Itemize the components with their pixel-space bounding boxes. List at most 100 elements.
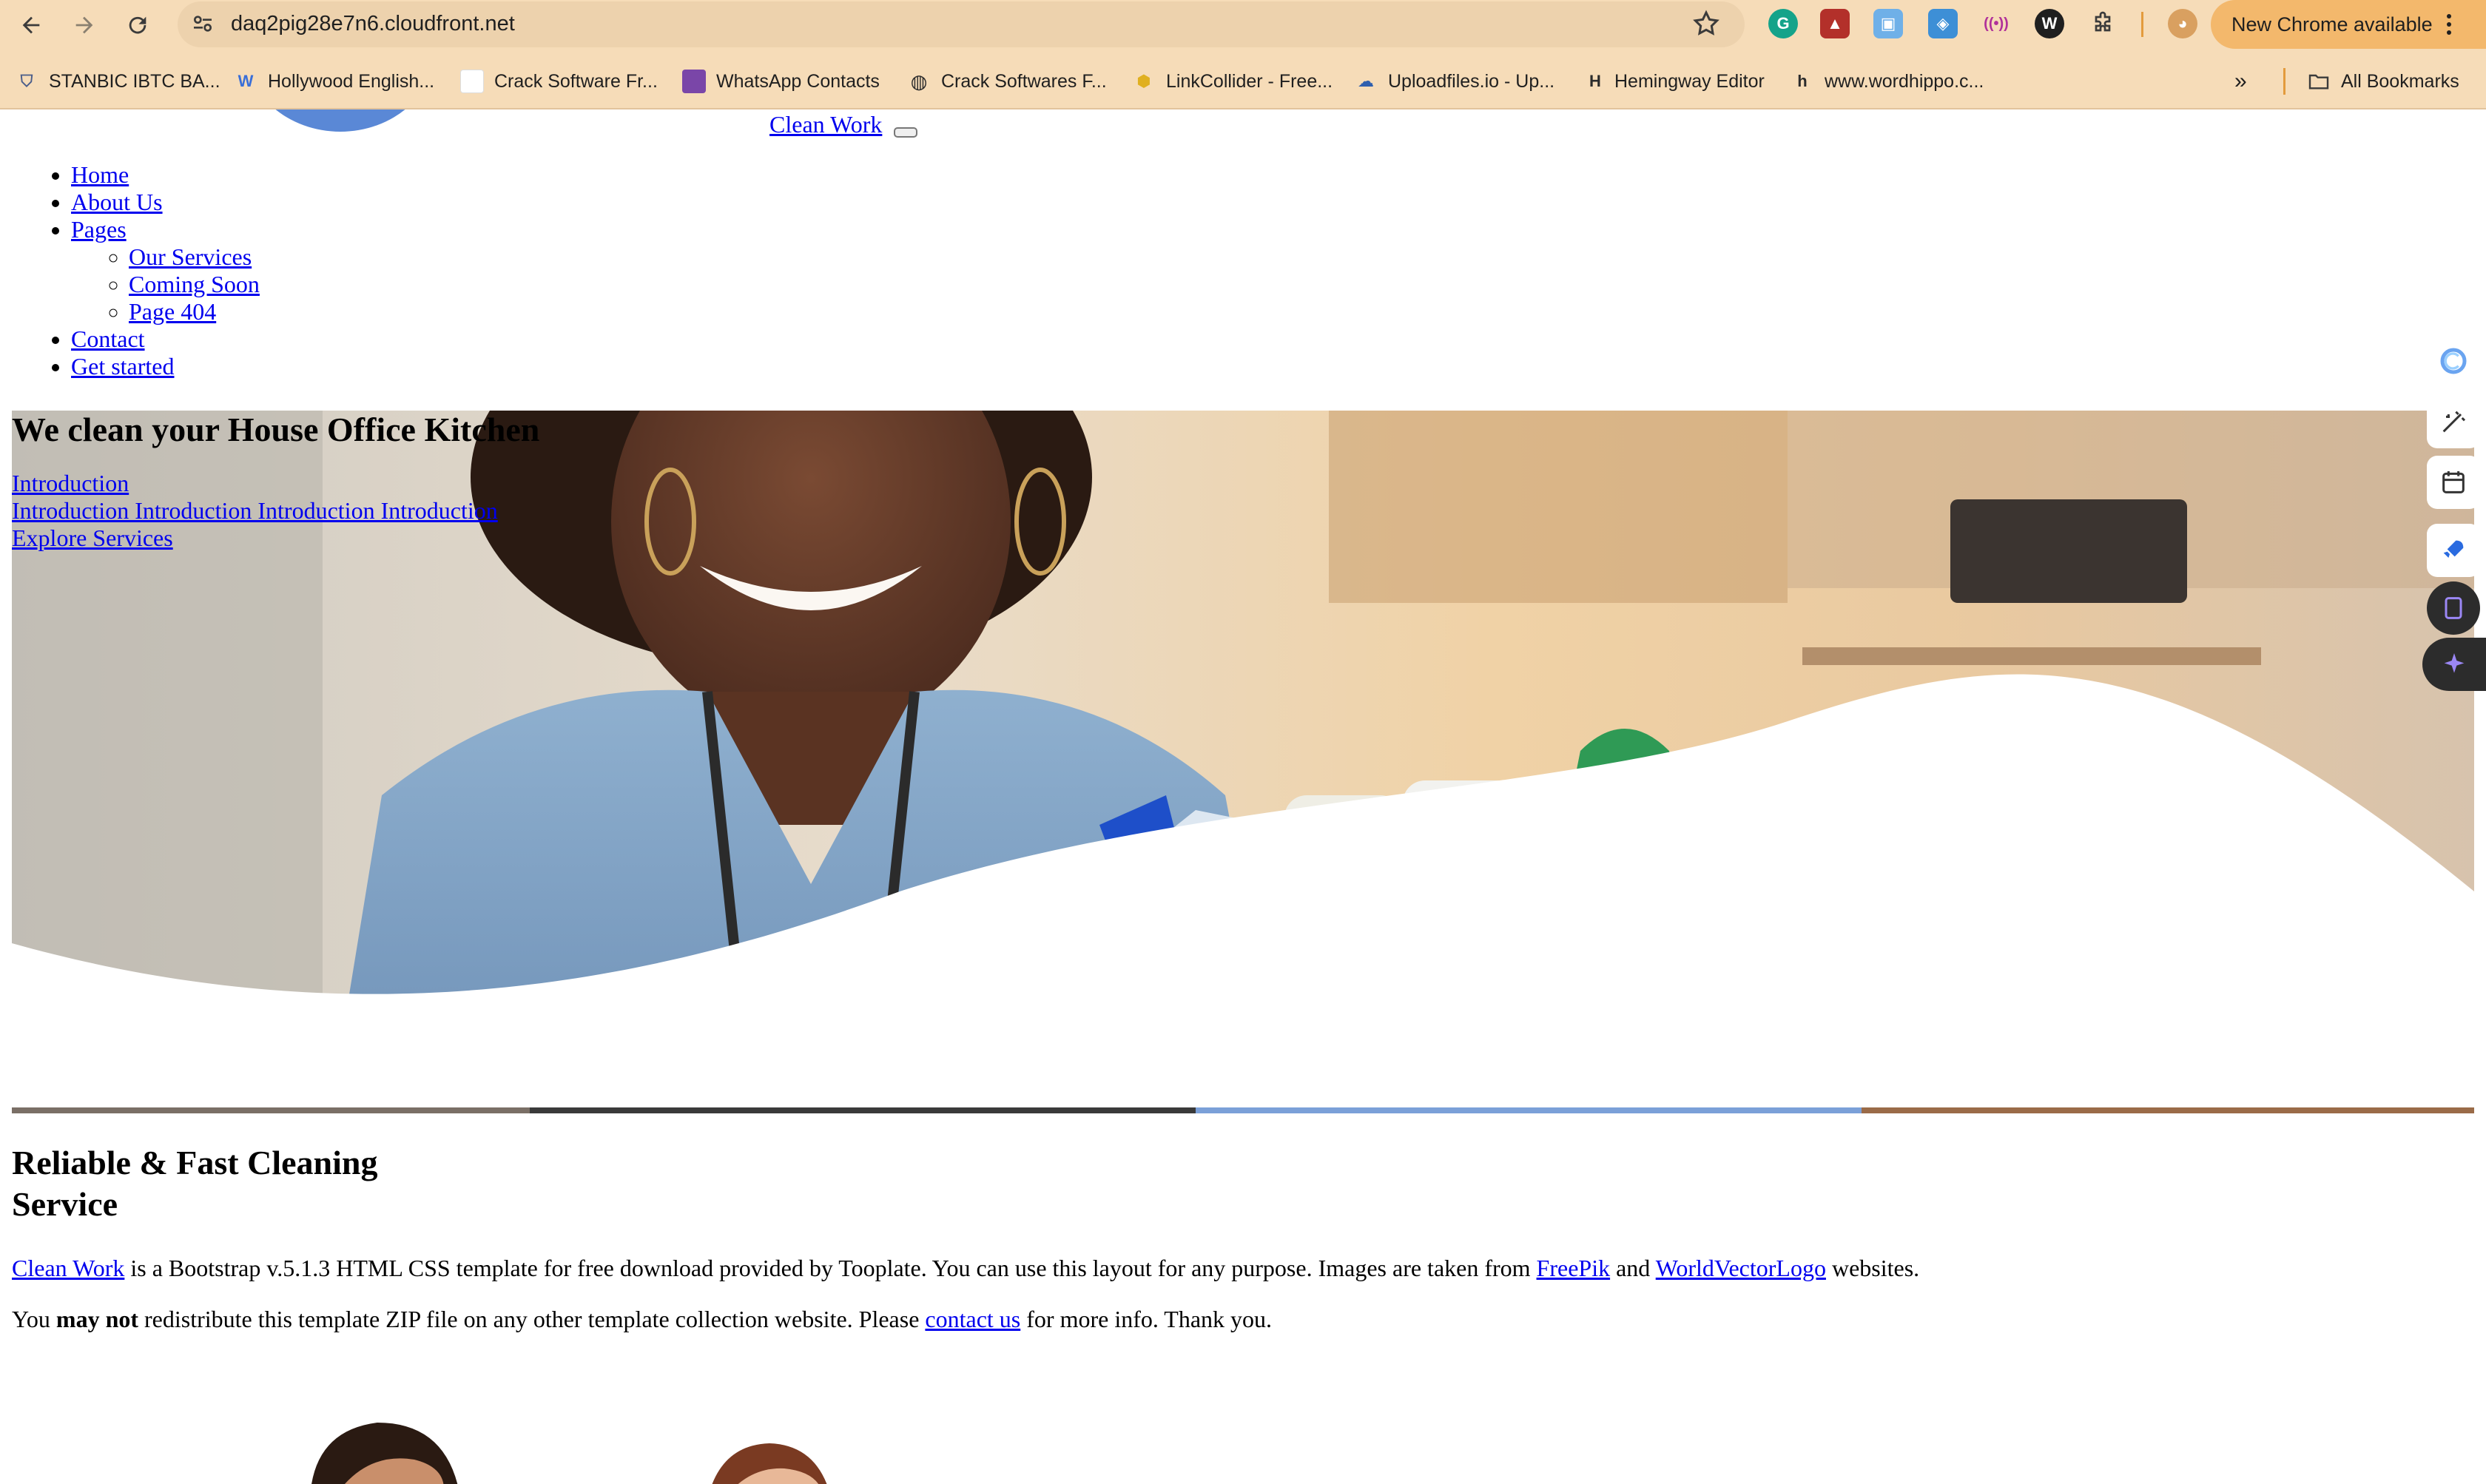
hero-caption: We clean your House Office Kitchen Intro… xyxy=(12,411,539,552)
team-photos xyxy=(311,1423,827,1484)
bookmark-label: Hollywood English... xyxy=(268,70,435,92)
submenu-link-services[interactable]: Our Services xyxy=(129,243,252,270)
h-logo-icon: H xyxy=(1589,72,1601,90)
grammarly-icon[interactable]: G xyxy=(1768,9,1798,38)
about-text: is a Bootstrap v.5.1.3 HTML CSS template… xyxy=(124,1255,1537,1281)
new-chrome-label[interactable]: New Chrome available xyxy=(2231,10,2433,38)
nav-link-home[interactable]: Home xyxy=(71,161,129,188)
all-bookmarks-label: All Bookmarks xyxy=(2341,70,2459,92)
browser-toolbar: daq2pig28e7n6.cloudfront.net G ▲ ▣ ◈ ((•… xyxy=(0,0,2486,109)
h-lowercase-icon: h xyxy=(1797,72,1808,90)
contact-us-link[interactable]: contact us xyxy=(925,1306,1020,1332)
arrow-right-icon xyxy=(75,16,93,34)
nav-item-about: About Us xyxy=(71,189,260,216)
nav-link-pages[interactable]: Pages xyxy=(71,216,127,243)
cloud-icon: ☁ xyxy=(1358,72,1374,90)
navbar-toggler-button[interactable] xyxy=(894,127,917,138)
bookmark-item[interactable]: WhatsApp Contacts xyxy=(682,68,880,95)
image-icon[interactable]: ◈ xyxy=(1928,9,1958,38)
radio-icon[interactable]: ((•)) xyxy=(1981,9,2011,38)
bookmark-item[interactable]: ⛉ STANBIC IBTC BA... xyxy=(15,68,220,95)
toolbar-divider xyxy=(2141,12,2143,37)
nav-item-home: Home xyxy=(71,161,260,189)
rocket-icon[interactable] xyxy=(2427,524,2480,577)
w-logo-icon: W xyxy=(238,72,254,90)
submenu-item: Page 404 xyxy=(129,298,260,326)
bookmark-label: LinkCollider - Free... xyxy=(1166,70,1333,92)
bookmark-item[interactable]: ◍ Crack Softwares F... xyxy=(907,68,1107,95)
shield-icon: ⛉ xyxy=(20,72,33,90)
url-text[interactable]: daq2pig28e7n6.cloudfront.net xyxy=(231,9,515,38)
arrow-left-icon xyxy=(22,16,40,34)
about-paragraph-1: Clean Work is a Bootstrap v.5.1.3 HTML C… xyxy=(12,1255,1919,1282)
globe-icon: ◍ xyxy=(910,70,928,92)
bookmark-item[interactable]: Crack Software Fr... xyxy=(460,68,658,95)
nav-link-contact[interactable]: Contact xyxy=(71,326,145,352)
nav-item-contact: Contact xyxy=(71,326,260,353)
bookmark-item[interactable]: ☁ Uploadfiles.io - Up... xyxy=(1354,68,1554,95)
bookmarks-divider xyxy=(2283,68,2285,95)
pdf-icon[interactable]: ▲ xyxy=(1820,9,1850,38)
bookmark-item[interactable]: W Hollywood English... xyxy=(234,68,435,95)
puzzle-icon[interactable] xyxy=(2088,9,2118,38)
document-icon[interactable] xyxy=(2427,581,2480,635)
pages-submenu: Our Services Coming Soon Page 404 xyxy=(129,243,260,326)
folder-icon xyxy=(2307,70,2331,93)
reload-button[interactable] xyxy=(117,4,158,46)
bookmark-item[interactable]: ⬢ LinkCollider - Free... xyxy=(1132,68,1333,95)
about-text: You xyxy=(12,1306,56,1332)
calendar-check-icon[interactable] xyxy=(2427,456,2480,509)
all-bookmarks-button[interactable]: All Bookmarks xyxy=(2307,68,2459,95)
bookmark-label: Crack Software Fr... xyxy=(494,70,658,92)
about-text: and xyxy=(1610,1255,1656,1281)
bookmark-label: www.wordhippo.c... xyxy=(1825,70,1984,92)
nav-link-get-started[interactable]: Get started xyxy=(71,353,175,380)
hero-section: We clean your House Office Kitchen Intro… xyxy=(12,411,2474,1112)
submenu-item: Our Services xyxy=(129,243,260,271)
about-paragraph-2: You may not redistribute this template Z… xyxy=(12,1306,1272,1333)
profile-avatar-icon[interactable]: ◕ xyxy=(2168,9,2197,38)
back-button[interactable] xyxy=(10,4,52,46)
edit-wand-icon[interactable] xyxy=(2427,395,2480,448)
brand-link[interactable]: Clean Work xyxy=(769,111,882,138)
bookmark-label: WhatsApp Contacts xyxy=(716,70,880,92)
reload-icon xyxy=(129,16,146,34)
worldvectorlogo-link[interactable]: WorldVectorLogo xyxy=(1656,1255,1826,1281)
nav-item-get-started: Get started xyxy=(71,353,260,380)
bookmark-star-icon[interactable] xyxy=(1691,9,1721,38)
blank-page-icon xyxy=(460,70,484,93)
nav-link-about[interactable]: About Us xyxy=(71,189,163,215)
bookmark-item[interactable]: h www.wordhippo.c... xyxy=(1791,68,1984,95)
ai-sparkle-icon[interactable] xyxy=(2422,638,2486,691)
bookmark-item[interactable]: H Hemingway Editor xyxy=(1583,68,1765,95)
about-text: websites. xyxy=(1825,1255,1920,1281)
clean-work-link[interactable]: Clean Work xyxy=(12,1255,124,1281)
submenu-link-404[interactable]: Page 404 xyxy=(129,298,216,325)
copilot-icon[interactable] xyxy=(2427,334,2480,388)
site-settings-icon[interactable] xyxy=(191,12,215,36)
hero-link-introduction[interactable]: Introduction xyxy=(12,470,539,497)
bookmark-label: Crack Softwares F... xyxy=(941,70,1107,92)
bookmark-label: STANBIC IBTC BA... xyxy=(49,70,220,92)
screenshot-icon[interactable]: ▣ xyxy=(1873,9,1903,38)
bookmarks-overflow-icon[interactable]: » xyxy=(2234,68,2247,95)
about-text: redistribute this template ZIP file on a… xyxy=(138,1306,926,1332)
logo-circle xyxy=(244,109,437,132)
image-strip xyxy=(12,1107,2474,1113)
hero-link-introduction-repeat[interactable]: Introduction Introduction Introduction I… xyxy=(12,497,539,525)
forward-button[interactable] xyxy=(64,4,105,46)
bookmark-label: Uploadfiles.io - Up... xyxy=(1388,70,1555,92)
submenu-link-coming-soon[interactable]: Coming Soon xyxy=(129,271,260,297)
web-page: Clean Work Home About Us Pages Our Servi… xyxy=(0,109,2486,1484)
nav-item-pages: Pages Our Services Coming Soon Page 404 xyxy=(71,216,260,326)
about-bold-text: may not xyxy=(55,1306,139,1332)
about-text: for more info. Thank you. xyxy=(1020,1306,1273,1332)
more-vert-icon[interactable] xyxy=(2442,10,2456,38)
submenu-item: Coming Soon xyxy=(129,271,260,298)
python-logo-icon: ⬢ xyxy=(1136,72,1151,90)
bookmark-label: Hemingway Editor xyxy=(1614,70,1765,92)
wordtune-icon[interactable]: W xyxy=(2035,9,2064,38)
explore-services-link[interactable]: Explore Services xyxy=(12,525,539,552)
freepik-link[interactable]: FreePik xyxy=(1537,1255,1611,1281)
purple-square-icon xyxy=(682,70,706,93)
